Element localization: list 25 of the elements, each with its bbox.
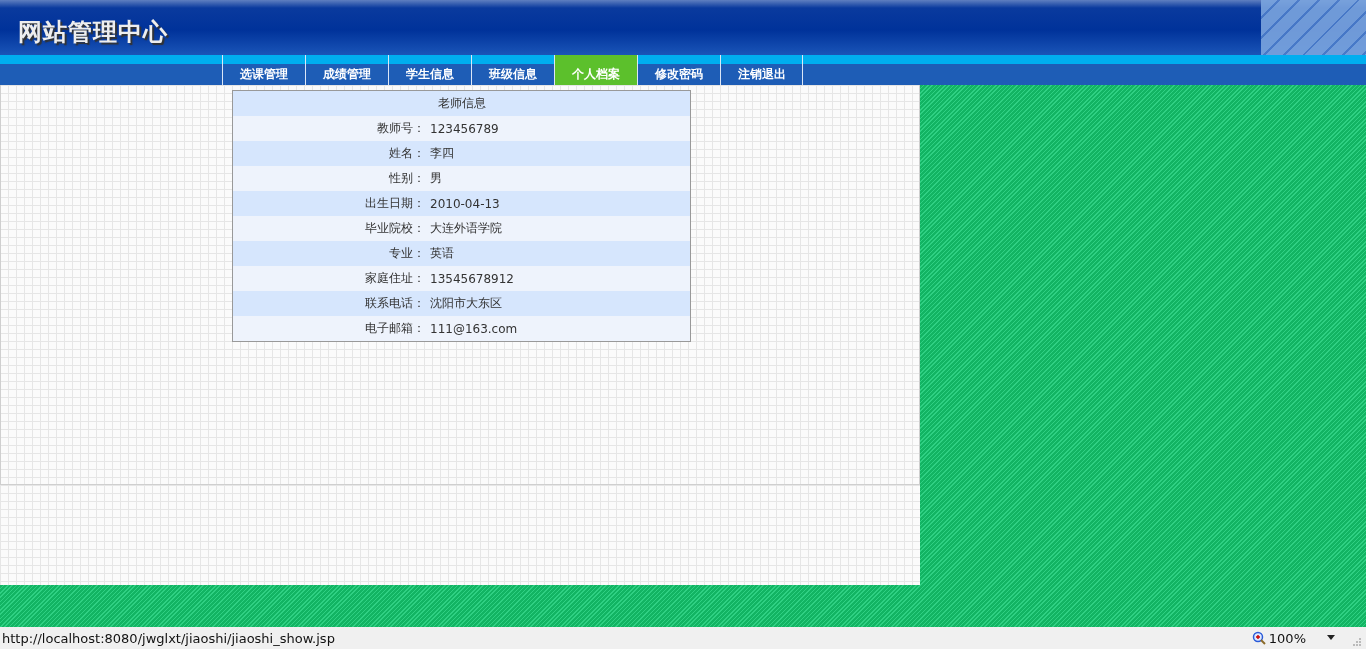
table-title: 老师信息 — [232, 90, 691, 116]
zoom-icon[interactable] — [1251, 631, 1266, 645]
field-value: 英语 — [425, 241, 691, 266]
field-label: 毕业院校： — [232, 216, 425, 241]
field-label: 家庭住址： — [232, 266, 425, 291]
field-value: 李四 — [425, 141, 691, 166]
field-value: 13545678912 — [425, 266, 691, 291]
field-value: 111@163.com — [425, 316, 691, 342]
status-url: http://localhost:8080/jwglxt/jiaoshi/jiaoshi_show.jsp — [2, 630, 336, 646]
dropdown-caret-icon[interactable] — [1326, 635, 1336, 641]
field-label: 教师号： — [232, 116, 425, 141]
field-value: 男 — [425, 166, 691, 191]
field-label: 出生日期： — [232, 191, 425, 216]
resize-grip-icon[interactable] — [1352, 637, 1362, 647]
field-label: 电子邮箱： — [232, 316, 425, 342]
field-value: 沈阳市大东区 — [425, 291, 691, 316]
field-value: 2010-04-13 — [425, 191, 691, 216]
zoom-level[interactable]: 100% — [1268, 630, 1306, 646]
field-label: 姓名： — [232, 141, 425, 166]
field-label: 联系电话： — [232, 291, 425, 316]
site-title: 网站管理中心 — [18, 16, 168, 48]
field-label: 专业： — [232, 241, 425, 266]
field-label: 性别： — [232, 166, 425, 191]
field-value: 123456789 — [425, 116, 691, 141]
field-value: 大连外语学院 — [425, 216, 691, 241]
